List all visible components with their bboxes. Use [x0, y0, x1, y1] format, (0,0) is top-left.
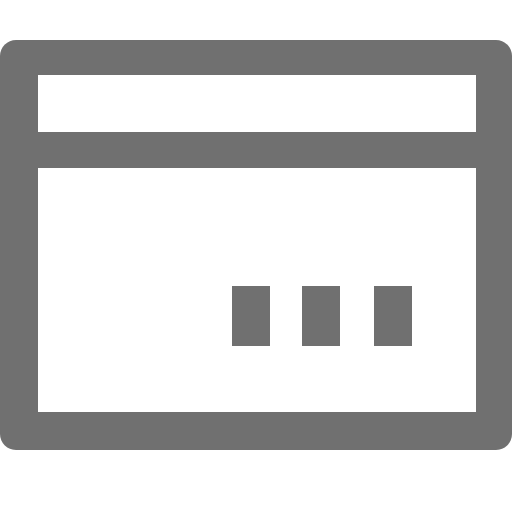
indicator-block-2	[302, 286, 340, 346]
title-bar-area	[38, 75, 476, 132]
indicator-block-1	[232, 286, 270, 346]
indicator-block-3	[374, 286, 412, 346]
icon-canvas	[0, 0, 512, 512]
ellipsis-icon	[232, 286, 412, 346]
browser-window-icon	[0, 40, 512, 450]
